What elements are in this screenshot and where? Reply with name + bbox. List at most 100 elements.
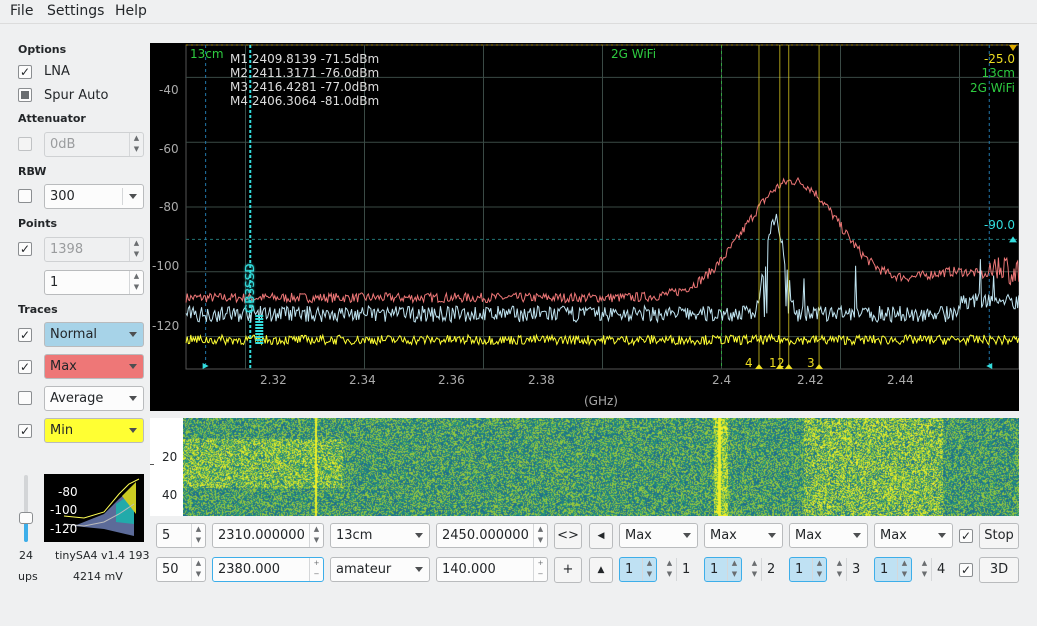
menu-settings[interactable]: Settings (47, 3, 104, 19)
device-label: tinySA4 v1.4 193 (55, 549, 150, 562)
marker-readout-line: M4 2406.3064 -81.0dBm (230, 94, 380, 108)
marker1-index-spinbox[interactable]: ▲ ▼ 1 (662, 557, 698, 582)
band-label-right-1: 13cm (981, 66, 1015, 80)
spur-auto-checkbox[interactable] (18, 88, 32, 102)
swap-button[interactable]: <> (554, 523, 582, 549)
marker4-mode-select[interactable]: Max (874, 523, 953, 548)
rate-value: 24 (19, 549, 33, 562)
beacon-mark (255, 339, 264, 341)
trace-min-checkbox[interactable]: ✓ (18, 424, 32, 438)
marker-num-2: 2 (777, 356, 785, 370)
attenuator-checkbox[interactable] (18, 137, 32, 151)
options-heading: Options (18, 43, 67, 56)
marker2-trace-spinbox[interactable]: 1 ▲ ▼ (704, 557, 742, 582)
up-button[interactable]: ▲ (589, 557, 613, 583)
beacon-mark (255, 330, 264, 332)
avg-spinbox[interactable]: 50 ▲ ▼ (156, 557, 206, 582)
menu-bar: File Settings Help (0, 0, 1037, 24)
marker-num-4: 4 (745, 356, 753, 370)
marker3-index-spinbox[interactable]: ▲ ▼ 3 (832, 557, 868, 582)
marker-triangle (815, 364, 824, 369)
marker2-index-spinbox[interactable]: ▲ ▼ 2 (747, 557, 783, 582)
y-tick: -60 (159, 142, 179, 156)
marker-readout-line: M1 2409.8139 -71.5dBm (230, 52, 380, 66)
y-tick: -100 (152, 259, 180, 273)
band-label-wifi: 2G WiFi (611, 47, 657, 61)
points-step-spinbox[interactable]: 1 ▲ ▼ (44, 270, 144, 295)
3d-button[interactable]: 3D (979, 557, 1019, 583)
ref-level-label: -90.0 (983, 218, 1015, 232)
spectrum-graph[interactable]: M1 2409.8139 -71.5dBm M2 2411.3171 -76.0… (150, 43, 1019, 411)
menu-file[interactable]: File (10, 3, 33, 19)
stop-freq-spinbox[interactable]: 2450.000000 ▲ ▼ (436, 523, 548, 548)
trace-max-checkbox[interactable]: ✓ (18, 360, 32, 374)
marker3-trace-spinbox[interactable]: 1 ▲ ▼ (789, 557, 827, 582)
waterfall-panel[interactable]: 20 40 (150, 418, 1019, 516)
marker-readout-line: M3 2416.4281 -77.0dBm (230, 80, 380, 94)
start-freq-spinbox[interactable]: 2310.000000 ▲ ▼ (212, 523, 324, 548)
rate-slider[interactable] (19, 475, 33, 542)
marker-readout-line: M2 2411.3171 -76.0dBm (230, 66, 380, 80)
x-axis-unit: (GHz) (584, 394, 618, 408)
x-tick: 2.32 (260, 373, 287, 387)
marker4-trace-spinbox[interactable]: 1 ▲ ▼ (874, 557, 912, 582)
rbw-heading: RBW (18, 165, 47, 178)
wf-tick: 40 (162, 488, 178, 502)
run-checkbox[interactable]: ✓ (959, 529, 973, 543)
marker1-trace-spinbox[interactable]: 1 ▲ ▼ (619, 557, 657, 582)
attenuator-spinbox[interactable]: 0dB ▲ ▼ (44, 132, 144, 157)
trace-normal-checkbox[interactable]: ✓ (18, 328, 32, 342)
waterfall-canvas (183, 418, 1019, 516)
spur-auto-label: Spur Auto (44, 88, 109, 103)
beacon-mark (255, 324, 264, 326)
marker3-mode-select[interactable]: Max (789, 523, 868, 548)
rbw-checkbox[interactable] (18, 189, 32, 203)
y-tick: -80 (159, 200, 179, 214)
marker2-mode-select[interactable]: Max (704, 523, 783, 548)
prev-button[interactable]: ◀ (589, 523, 613, 549)
spectrum-thumbnail: -80 -100 -120 (44, 474, 144, 542)
x-tick: 2.36 (438, 373, 465, 387)
points-heading: Points (18, 217, 58, 230)
y-tick: -40 (159, 83, 179, 97)
step-spinbox[interactable]: 5 ▲ ▼ (156, 523, 206, 548)
marker4-index-spinbox[interactable]: ▲ ▼ 4 (917, 557, 953, 582)
beacon-mark (255, 336, 264, 338)
3d-checkbox[interactable]: ✓ (959, 563, 973, 577)
x-tick: 2.38 (528, 373, 555, 387)
beacon-mark (255, 318, 264, 320)
trace-average-select[interactable]: Average (44, 386, 144, 411)
marker-triangle (754, 364, 763, 369)
trace-min-select[interactable]: Min (44, 418, 144, 443)
band-label-right-2: 2G WiFi (969, 81, 1015, 95)
preset-select[interactable]: amateur (330, 557, 430, 582)
marker1-mode-select[interactable]: Max (619, 523, 698, 548)
lna-checkbox[interactable]: ✓ (18, 65, 32, 79)
wf-tick-mark (150, 464, 154, 465)
points-spinbox[interactable]: 1398 ▲ ▼ (44, 237, 144, 262)
plus-button[interactable]: + (554, 557, 582, 583)
marker-readout: M1 2409.8139 -71.5dBm M2 2411.3171 -76.0… (230, 52, 379, 108)
beacon-mark (255, 342, 264, 344)
trace-average-checkbox[interactable] (18, 391, 32, 405)
trace-max-select[interactable]: Max (44, 354, 144, 379)
stop-button[interactable]: Stop (979, 523, 1019, 549)
attenuator-heading: Attenuator (18, 112, 86, 125)
rbw-select[interactable]: 300 (44, 184, 144, 209)
beacon-mark (255, 315, 264, 317)
thumb-tick-1: -80 (58, 485, 78, 499)
band-select[interactable]: 13cm (330, 523, 430, 548)
y-tick: -120 (152, 319, 180, 333)
span-input[interactable]: 140.000 + − (436, 557, 548, 582)
top-ref-marker (1009, 45, 1017, 51)
marker-triangle (784, 364, 793, 369)
trace-normal-select[interactable]: Normal (44, 322, 144, 347)
menu-help[interactable]: Help (115, 3, 147, 19)
beacon-mark (255, 333, 264, 335)
lna-label: LNA (44, 64, 70, 79)
x-tick: 2.42 (797, 373, 824, 387)
center-freq-input[interactable]: 2380.000 + − (212, 557, 324, 582)
thumb-tick-2: -100 (50, 503, 77, 517)
points-checkbox[interactable]: ✓ (18, 242, 32, 256)
marker-num-3: 3 (807, 356, 815, 370)
